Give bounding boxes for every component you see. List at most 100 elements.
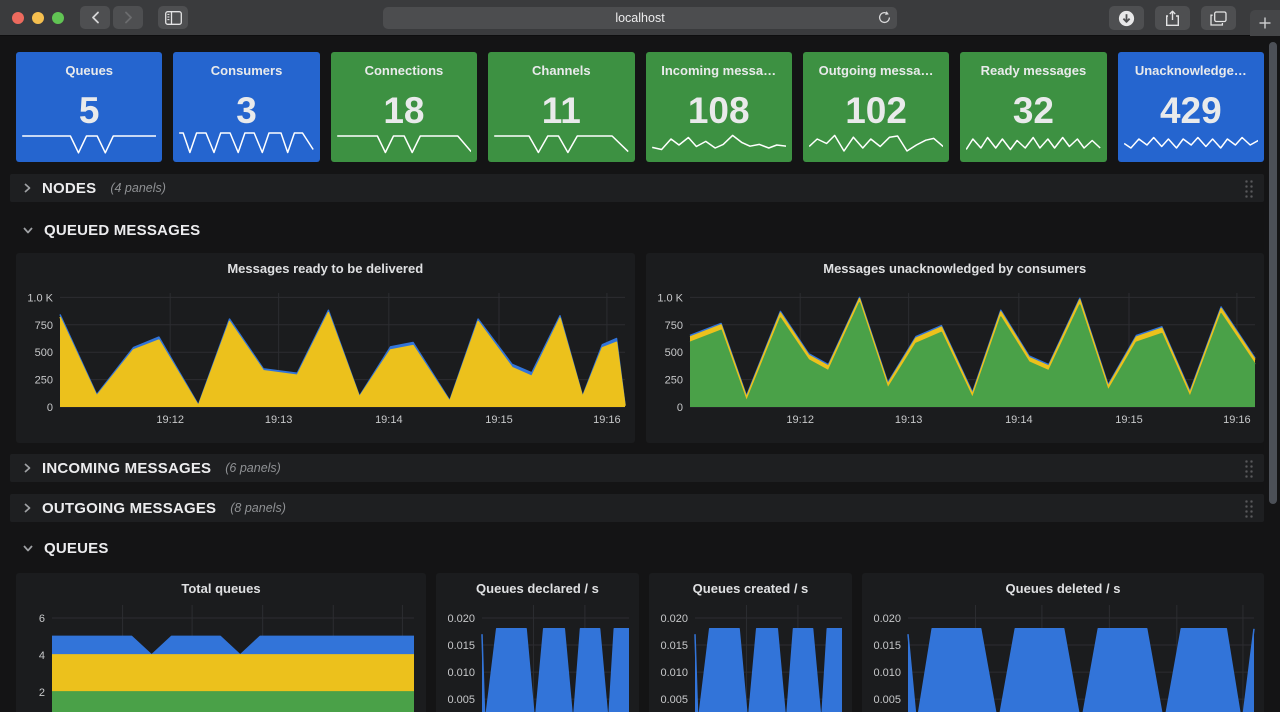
plus-icon	[1259, 17, 1271, 29]
panel-title[interactable]: Queues deleted / s	[862, 581, 1264, 596]
browser-chrome: localhost	[0, 0, 1280, 36]
reload-button[interactable]	[877, 10, 892, 30]
panel-title[interactable]: Total queues	[16, 581, 426, 596]
sparkline-chart	[652, 122, 786, 156]
forward-button[interactable]	[113, 6, 143, 29]
panel-queues-deleted: Queues deleted / s 0.0050.0100.0150.020	[862, 573, 1264, 712]
row-nodes[interactable]: NODES (4 panels)	[10, 174, 1264, 202]
sparkline-chart	[966, 122, 1100, 156]
row-drag-handle[interactable]	[1244, 459, 1255, 478]
stat-title: Ready messages	[981, 63, 1087, 78]
scrollbar-thumb[interactable]	[1269, 42, 1277, 504]
svg-text:19:13: 19:13	[894, 414, 922, 426]
panel-messages-unacknowledged: Messages unacknowledged by consumers 0 25…	[646, 253, 1265, 443]
svg-text:19:16: 19:16	[1223, 414, 1251, 426]
reload-icon	[877, 10, 892, 25]
queues-panels: Total queues 0246 Queues declared / s 0.…	[16, 573, 1264, 712]
address-bar[interactable]: localhost	[383, 7, 897, 29]
svg-text:0.005: 0.005	[873, 694, 901, 706]
stat-title: Unacknowledge…	[1135, 63, 1247, 78]
svg-text:6: 6	[39, 613, 45, 625]
chevron-left-icon	[91, 11, 100, 24]
stat-title: Queues	[65, 63, 113, 78]
section-queued-messages[interactable]: QUEUED MESSAGES	[16, 216, 1264, 244]
svg-text:0.020: 0.020	[660, 613, 688, 625]
panel-title[interactable]: Messages unacknowledged by consumers	[646, 261, 1265, 276]
row-incoming-messages[interactable]: INCOMING MESSAGES (6 panels)	[10, 454, 1264, 482]
stat-title: Consumers	[211, 63, 283, 78]
row-title: OUTGOING MESSAGES	[42, 500, 216, 517]
stat-panel-consumers[interactable]: Consumers 3	[173, 52, 319, 162]
chevron-right-icon	[22, 462, 32, 474]
svg-text:1.0 K: 1.0 K	[657, 292, 683, 304]
downloads-button[interactable]	[1109, 6, 1144, 30]
stat-panel-ready-messages[interactable]: Ready messages 32	[960, 52, 1106, 162]
svg-text:0.005: 0.005	[660, 694, 688, 706]
row-title: QUEUES	[44, 540, 109, 557]
stat-panel-connections[interactable]: Connections 18	[331, 52, 477, 162]
stat-panel-incoming-messages[interactable]: Incoming messa… 108	[646, 52, 792, 162]
sidebar-toggle-button[interactable]	[158, 6, 188, 29]
svg-text:250: 250	[664, 375, 682, 387]
sparkline-chart	[337, 122, 471, 156]
tab-overview-button[interactable]	[1201, 6, 1236, 30]
row-outgoing-messages[interactable]: OUTGOING MESSAGES (8 panels)	[10, 494, 1264, 522]
svg-text:19:15: 19:15	[1115, 414, 1143, 426]
sparkline-chart	[179, 122, 313, 156]
row-title: INCOMING MESSAGES	[42, 460, 211, 477]
stat-panel-channels[interactable]: Channels 11	[488, 52, 634, 162]
chevron-right-icon	[124, 11, 133, 24]
tabs-icon	[1210, 11, 1227, 26]
svg-text:0: 0	[676, 402, 682, 414]
queued-messages-panels: Messages ready to be delivered 0 250 500 75…	[16, 253, 1264, 443]
svg-text:19:12: 19:12	[156, 414, 184, 426]
stat-title: Channels	[532, 63, 591, 78]
svg-text:0.015: 0.015	[447, 640, 475, 652]
stat-panel-outgoing-messages[interactable]: Outgoing messa… 102	[803, 52, 949, 162]
svg-text:500: 500	[664, 347, 682, 359]
row-drag-handle[interactable]	[1244, 499, 1255, 518]
chevron-down-icon	[22, 543, 34, 553]
chevron-right-icon	[22, 182, 32, 194]
svg-text:19:16: 19:16	[593, 414, 621, 426]
svg-text:0.015: 0.015	[660, 640, 688, 652]
url-text: localhost	[615, 11, 664, 25]
panel-total-queues: Total queues 0246	[16, 573, 426, 712]
grafana-dashboard: Queues 5 Consumers 3 Connections 18 Chan…	[0, 36, 1280, 712]
stat-title: Connections	[365, 63, 444, 78]
stat-panels-row: Queues 5 Consumers 3 Connections 18 Chan…	[16, 52, 1264, 162]
panel-title[interactable]: Queues declared / s	[436, 581, 639, 596]
svg-text:0.010: 0.010	[660, 667, 688, 679]
close-window-button[interactable]	[12, 12, 24, 24]
svg-text:0.020: 0.020	[447, 613, 475, 625]
svg-text:0.010: 0.010	[447, 667, 475, 679]
panel-queues-created: Queues created / s 0.005 0.010 0.015 0.020	[649, 573, 852, 712]
row-panel-count: (4 panels)	[110, 181, 166, 195]
svg-text:19:14: 19:14	[1005, 414, 1033, 426]
zoom-window-button[interactable]	[52, 12, 64, 24]
window-controls	[12, 12, 64, 24]
chevron-down-icon	[22, 225, 34, 235]
minimize-window-button[interactable]	[32, 12, 44, 24]
svg-text:750: 750	[664, 320, 682, 332]
section-queues[interactable]: QUEUES	[16, 534, 1264, 562]
svg-text:19:13: 19:13	[265, 414, 293, 426]
stat-title: Incoming messa…	[661, 63, 776, 78]
stat-panel-unacknowledged[interactable]: Unacknowledge… 429	[1118, 52, 1264, 162]
panel-queues-declared: Queues declared / s 0.0050.0100.0150.020	[436, 573, 639, 712]
svg-text:0.020: 0.020	[873, 613, 901, 625]
back-button[interactable]	[80, 6, 110, 29]
sparkline-chart	[494, 122, 628, 156]
sidebar-icon	[165, 11, 182, 25]
share-icon	[1165, 10, 1180, 27]
panel-title[interactable]: Queues created / s	[649, 581, 852, 596]
new-tab-button[interactable]	[1250, 10, 1280, 36]
svg-text:4: 4	[39, 650, 45, 662]
share-button[interactable]	[1155, 6, 1190, 30]
stat-panel-queues[interactable]: Queues 5	[16, 52, 162, 162]
panel-title[interactable]: Messages ready to be delivered	[16, 261, 635, 276]
row-title: NODES	[42, 180, 96, 197]
row-drag-handle[interactable]	[1244, 179, 1255, 198]
panel-messages-ready: Messages ready to be delivered 025050075…	[16, 253, 635, 443]
svg-text:750: 750	[35, 320, 53, 332]
